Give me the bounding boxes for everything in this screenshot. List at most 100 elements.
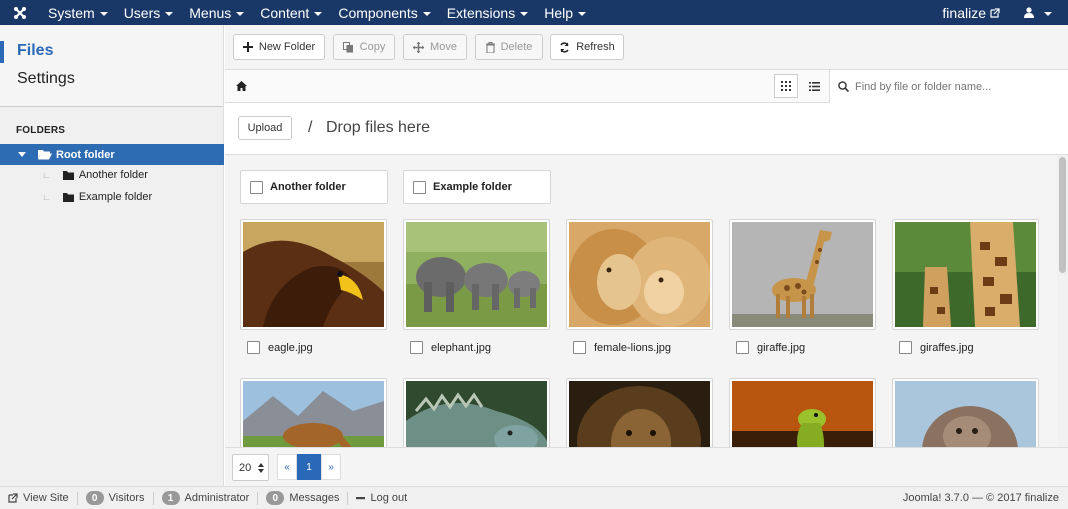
submenu: Files Settings: [0, 25, 223, 107]
search-box: [829, 70, 1068, 103]
lion-thumbnail: [569, 381, 710, 447]
logout-link[interactable]: Log out: [348, 492, 415, 505]
caret-down-icon: [99, 11, 108, 16]
new-folder-button[interactable]: New Folder: [233, 34, 325, 60]
active-indicator: [0, 41, 4, 63]
caret-down-icon: [314, 11, 323, 16]
home-icon[interactable]: [236, 81, 247, 91]
sidebar-item-files[interactable]: Files: [17, 42, 53, 60]
top-navbar: System Users Menus Content Components Ex…: [0, 0, 1068, 25]
scrollbar-thumb[interactable]: [1059, 157, 1066, 273]
image-card-monkey[interactable]: [892, 378, 1039, 447]
lions-thumbnail: [569, 222, 710, 327]
list-view-button[interactable]: [802, 74, 826, 98]
tree-root-label: Root folder: [56, 148, 115, 161]
grid-icon: [781, 81, 791, 91]
image-card-female-lions[interactable]: [566, 219, 713, 330]
next-page-button[interactable]: »: [321, 454, 341, 480]
folder-card-another-folder[interactable]: Another folder: [240, 170, 388, 204]
image-card-giraffes[interactable]: [892, 219, 1039, 330]
image-card-lizard[interactable]: [729, 378, 876, 447]
eagle-thumbnail: [243, 222, 384, 327]
caret-down-icon: [236, 11, 245, 16]
file-label-giraffes: giraffes.jpg: [899, 341, 974, 354]
messages-badge: 0: [266, 491, 285, 505]
admin-status[interactable]: 1 Administrator: [154, 491, 259, 505]
menu-menus[interactable]: Menus: [181, 0, 252, 25]
status-bar: View Site 0 Visitors 1 Administrator 0 M…: [0, 486, 1068, 509]
vertical-scrollbar[interactable]: [1057, 155, 1068, 447]
list-icon: [808, 81, 820, 91]
folder-card-example-folder[interactable]: Example folder: [403, 170, 551, 204]
page-1-button[interactable]: 1: [297, 454, 321, 480]
refresh-button[interactable]: Refresh: [550, 34, 624, 60]
menu-extensions[interactable]: Extensions: [439, 0, 536, 25]
giraffes-thumbnail: [895, 222, 1036, 327]
folder-icon: [62, 170, 74, 180]
file-checkbox[interactable]: [573, 341, 586, 354]
external-link-icon: [990, 7, 1000, 18]
pagination-bar: 20 « 1 »: [225, 447, 1068, 486]
folder-name: Example folder: [433, 181, 512, 193]
image-card-eagle[interactable]: [240, 219, 387, 330]
folder-name: Another folder: [270, 181, 346, 193]
tree-item-another-folder[interactable]: ∟ Another folder: [0, 165, 224, 185]
image-card-horse[interactable]: [240, 378, 387, 447]
caret-down-icon: [1044, 11, 1052, 16]
folder-checkbox[interactable]: [250, 180, 263, 194]
folder-checkbox[interactable]: [413, 180, 426, 194]
trash-icon: [485, 41, 495, 53]
upload-area: Upload / Drop files here: [225, 104, 1068, 155]
view-site-link[interactable]: View Site: [0, 491, 78, 505]
file-label-female-lions: female-lions.jpg: [573, 341, 671, 354]
search-input[interactable]: [855, 80, 1055, 93]
menu-help[interactable]: Help: [536, 0, 594, 25]
prev-page-button[interactable]: «: [277, 454, 297, 480]
messages-status[interactable]: 0 Messages: [258, 491, 349, 505]
sidebar-item-settings[interactable]: Settings: [17, 70, 75, 88]
file-checkbox[interactable]: [410, 341, 423, 354]
plus-icon: [242, 42, 253, 52]
caret-down-icon[interactable]: [18, 151, 26, 158]
tree-item-label: Example folder: [78, 191, 153, 203]
move-button[interactable]: Move: [403, 34, 467, 60]
select-arrows-icon: [258, 463, 264, 473]
user-menu[interactable]: [1008, 0, 1068, 25]
menu-components[interactable]: Components: [330, 0, 438, 25]
tree-root-folder[interactable]: Root folder: [0, 144, 224, 165]
per-page-select[interactable]: 20: [232, 454, 269, 481]
delete-button[interactable]: Delete: [475, 34, 543, 60]
drop-zone-text[interactable]: Drop files here: [326, 119, 430, 137]
image-card-elephant[interactable]: [403, 219, 550, 330]
folder-icon: [62, 192, 74, 202]
image-card-lion[interactable]: [566, 378, 713, 447]
image-card-giraffe[interactable]: [729, 219, 876, 330]
file-checkbox[interactable]: [899, 341, 912, 354]
upload-button[interactable]: Upload: [238, 116, 292, 140]
file-checkbox[interactable]: [247, 341, 260, 354]
site-link[interactable]: finalize: [934, 0, 1008, 25]
file-label-eagle: eagle.jpg: [247, 341, 313, 354]
giraffe-thumbnail: [732, 222, 873, 327]
monkey-thumbnail: [895, 381, 1036, 447]
tree-item-example-folder[interactable]: ∟ Example folder: [0, 187, 224, 207]
media-browser: Another folder Example folder eagle.jpg: [225, 155, 1068, 447]
external-link-icon: [8, 493, 18, 503]
version-info: Joomla! 3.7.0 — © 2017 finalize: [902, 492, 1059, 504]
visitors-status[interactable]: 0 Visitors: [78, 491, 154, 505]
file-label-elephant: elephant.jpg: [410, 341, 491, 354]
iguana-thumbnail: [406, 381, 547, 447]
image-card-iguana[interactable]: [403, 378, 550, 447]
copy-icon: [342, 41, 353, 52]
file-checkbox[interactable]: [736, 341, 749, 354]
admin-badge: 1: [161, 491, 180, 505]
breadcrumb: [225, 70, 1068, 103]
refresh-icon: [560, 41, 569, 53]
copy-button[interactable]: Copy: [333, 34, 395, 60]
menu-users[interactable]: Users: [116, 0, 182, 25]
lizard-thumbnail: [732, 381, 873, 447]
menu-system[interactable]: System: [40, 0, 116, 25]
grid-view-button[interactable]: [774, 74, 798, 98]
menu-content[interactable]: Content: [252, 0, 330, 25]
joomla-logo-icon[interactable]: [0, 0, 40, 25]
